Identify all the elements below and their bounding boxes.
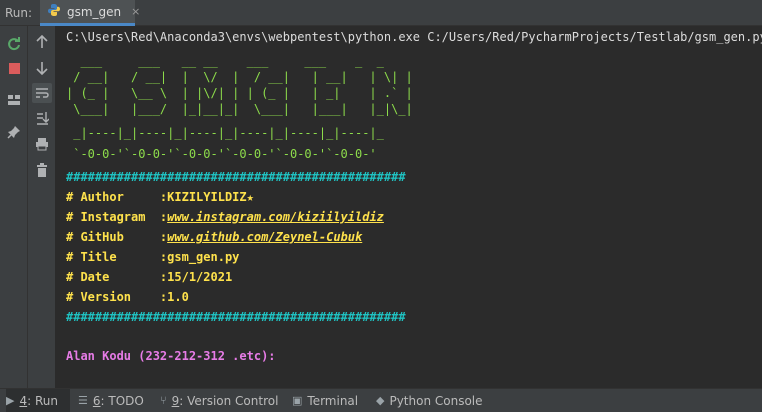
run-toolbar-left xyxy=(0,26,28,388)
play-icon: ▶ xyxy=(6,394,15,407)
run-toolwindow-header: Run: gsm_gen × xyxy=(0,0,762,26)
tool-window-bar: ▶ 4: Run ☰ 6: TODO ⑂ 9: Version Control ▣ Te… xyxy=(0,388,762,412)
separator-line: ########################################… xyxy=(66,310,406,324)
trash-icon[interactable] xyxy=(32,160,52,180)
terminal-icon: ▣ xyxy=(292,394,303,407)
layout-icon[interactable] xyxy=(4,90,24,110)
ascii-art-line: _|----|_|----|_|----|_|----|_|----|_|---… xyxy=(66,126,384,140)
tool-label: : TODO xyxy=(100,393,144,408)
tool-label: Python Console xyxy=(389,393,483,408)
info-key: # Version xyxy=(66,290,160,304)
tool-window-todo[interactable]: ☰ 6: TODO xyxy=(78,389,144,412)
info-github: # GitHub :www.github.com/Zeynel-Cubuk xyxy=(66,227,362,247)
tool-label: Terminal xyxy=(307,393,359,408)
arrow-up-icon[interactable] xyxy=(32,32,52,52)
info-key: # Author xyxy=(66,190,160,204)
ascii-art-line: | (_ | \__ \ | |\/| | | (_ | | _| | .` | xyxy=(66,86,413,100)
ascii-art-line: / __| / __| | \/ | / __| | __| | \| | xyxy=(66,70,413,84)
info-key: # Instagram xyxy=(66,210,160,224)
python-console-icon: ◆ xyxy=(376,394,385,407)
tool-num: 6 xyxy=(92,393,101,408)
tool-window-python-console[interactable]: ◆ Python Console xyxy=(376,389,483,412)
separator-line: ########################################… xyxy=(66,170,406,184)
info-instagram: # Instagram :www.instagram.com/kiziilyil… xyxy=(66,207,384,227)
branch-icon: ⑂ xyxy=(160,394,167,407)
info-key: # GitHub xyxy=(66,230,160,244)
stop-icon[interactable] xyxy=(4,58,24,78)
scroll-to-end-icon[interactable] xyxy=(32,108,52,128)
info-author: # Author :KIZILYILDIZ★ xyxy=(66,187,254,207)
list-icon: ☰ xyxy=(78,394,88,407)
info-key: # Date xyxy=(66,270,160,284)
tool-label: : Run xyxy=(27,393,58,408)
github-link[interactable]: www.github.com/Zeynel-Cubuk xyxy=(167,230,362,244)
command-line: C:\Users\Red\Anaconda3\envs\webpentest\p… xyxy=(66,30,762,44)
rerun-icon[interactable] xyxy=(4,34,24,54)
info-version: # Version :1.0 xyxy=(66,287,189,307)
pin-icon[interactable] xyxy=(4,122,24,142)
info-date: # Date :15/1/2021 xyxy=(66,267,232,287)
close-icon[interactable]: × xyxy=(131,5,140,18)
run-toolbar-right xyxy=(28,26,56,388)
run-label: Run: xyxy=(5,6,33,20)
info-value: KIZILYILDIZ★ xyxy=(167,190,254,204)
info-value: 1.0 xyxy=(167,290,189,304)
input-prompt[interactable]: Alan Kodu (232-212-312 .etc): xyxy=(66,346,276,366)
print-icon[interactable] xyxy=(32,134,52,154)
tool-label: : Version Control xyxy=(179,393,279,408)
info-value: gsm_gen.py xyxy=(167,250,240,264)
tool-num: 9 xyxy=(171,393,180,408)
tool-window-version-control[interactable]: ⑂ 9: Version Control xyxy=(160,389,278,412)
console-output[interactable]: C:\Users\Red\Anaconda3\envs\webpentest\p… xyxy=(56,26,762,388)
tab-gsm-gen[interactable]: gsm_gen × xyxy=(40,0,140,26)
tool-window-run[interactable]: ▶ 4: Run xyxy=(6,389,70,412)
instagram-link[interactable]: www.instagram.com/kiziilyildiz xyxy=(167,210,384,224)
soft-wrap-icon[interactable] xyxy=(32,83,52,103)
python-icon xyxy=(47,2,61,21)
ascii-art-line: `-0-0-'`-0-0-'`-0-0-'`-0-0-'`-0-0-'`-0-0… xyxy=(66,147,377,161)
info-value: 15/1/2021 xyxy=(167,270,233,284)
arrow-down-icon[interactable] xyxy=(32,58,52,78)
ascii-art-line: \___| |___/ |_|__|_| \___| |___| |_|\_| xyxy=(66,102,413,116)
tool-window-terminal[interactable]: ▣ Terminal xyxy=(292,389,358,412)
info-key: # Title xyxy=(66,250,160,264)
ascii-art-line: ___ ___ __ __ ___ ___ _ _ xyxy=(66,54,384,68)
info-title: # Title :gsm_gen.py xyxy=(66,247,239,267)
tool-num: 4 xyxy=(19,393,28,408)
tab-label: gsm_gen xyxy=(67,4,122,19)
